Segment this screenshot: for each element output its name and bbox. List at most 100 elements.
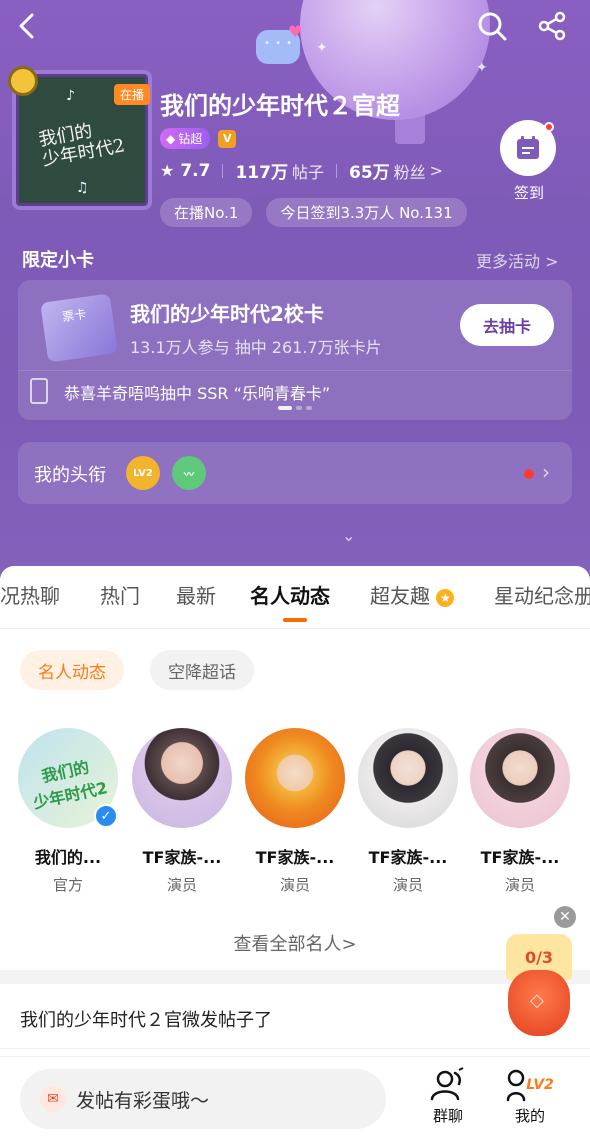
diamond-badge[interactable]: ◆ 钻超 — [160, 128, 211, 149]
tab-celebrity-updates[interactable]: 名人动态 — [250, 580, 330, 609]
diamond-badge-label: 钻超 — [178, 132, 203, 146]
star-badge-icon: ★ — [436, 588, 455, 607]
chip-airdrop-topics[interactable]: 空降超话 — [150, 650, 254, 690]
verified-v-icon: V — [218, 129, 237, 148]
calendar-icon — [517, 136, 539, 159]
posts-label: 帖子 — [291, 162, 324, 182]
celebrity-name: TF家族-... — [480, 848, 560, 867]
fans-count: 65万 — [348, 163, 390, 183]
divider — [0, 628, 590, 629]
tab-super-fun[interactable]: 超友趣 ★ — [370, 580, 455, 609]
me-icon: LV2 — [500, 1065, 560, 1105]
avatar — [358, 728, 458, 828]
more-activities-link[interactable]: 更多活动 > — [476, 248, 559, 272]
post-compose-input[interactable]: ✉ 发帖有彩蛋哦～ — [20, 1069, 386, 1129]
limited-card-panel: 票卡 我们的少年时代2校卡 13.1万人参与 抽中 261.7万张卡片 去抽卡 … — [18, 280, 572, 420]
avatar — [470, 728, 570, 828]
lucky-bag-widget[interactable]: ✕ 0/3 — [506, 906, 576, 1040]
topic-title: 我们的少年时代２官超 — [160, 92, 400, 120]
level-badge: LV2 — [526, 1077, 554, 1093]
fans-label: 粉丝 — [393, 162, 426, 182]
back-button[interactable] — [10, 8, 46, 44]
rank-pill-airing[interactable]: 在播No.1 — [160, 198, 253, 227]
celebrity-name: TF家族-... — [142, 848, 222, 867]
level-medal-icon: LV2 — [126, 456, 160, 490]
stats-divider — [335, 163, 337, 178]
draw-ticker: 恭喜羊奇唔呜抽中 SSR “乐响青春卡” — [64, 384, 331, 403]
celebrity-name: TF家族-... — [255, 848, 335, 867]
celebrity-name: 我们的... — [34, 848, 102, 867]
celebrity-role: 官方 — [52, 876, 83, 894]
limited-cards-title: 限定小卡 — [22, 250, 94, 271]
draw-card-button[interactable]: 去抽卡 — [460, 304, 554, 346]
tab-latest[interactable]: 最新 — [176, 580, 216, 609]
section-separator — [0, 970, 590, 984]
celebrity-item[interactable]: 我们的 少年时代2 ✓ 我们的... 官方 — [16, 728, 120, 895]
calendar-icon-wrapper — [500, 120, 556, 176]
rank-pill-checkin[interactable]: 今日签到3.3万人 No.131 — [266, 198, 467, 227]
card-title: 我们的少年时代2校卡 — [130, 302, 324, 326]
search-button[interactable] — [474, 8, 510, 44]
topic-cover-image[interactable]: 在播 ♪ ♫ 我们的 少年时代2 — [8, 66, 152, 210]
music-note-icon: ♪ — [66, 88, 75, 104]
easter-egg-icon: ✉ — [40, 1086, 66, 1112]
share-icon — [538, 11, 566, 41]
me-button[interactable]: LV2 我的 — [500, 1065, 560, 1126]
rating-value: 7.7 — [180, 160, 211, 181]
notification-dot — [524, 469, 534, 479]
divider — [18, 370, 572, 371]
tab-super-fun-label: 超友趣 — [370, 584, 430, 608]
divider — [0, 1048, 590, 1049]
diamond-icon: ◆ — [166, 131, 176, 146]
feed-tabs: 况热聊 热门 最新 名人动态 超友趣 ★ 星动纪念册 — [0, 580, 590, 620]
notification-dot — [544, 122, 554, 132]
fans-link[interactable]: 65万 粉丝 > — [349, 158, 443, 183]
chip-celebrity-updates[interactable]: 名人动态 — [20, 650, 124, 690]
chevron-right-icon: › — [542, 460, 550, 484]
lucky-bag-icon — [508, 970, 570, 1036]
tab-hot[interactable]: 热门 — [100, 580, 140, 609]
view-all-celebrities-link[interactable]: 查看全部名人> — [0, 930, 590, 956]
back-icon — [19, 13, 34, 39]
expand-chevron-icon[interactable]: ⌄ — [342, 526, 355, 545]
celebrity-role: 演员 — [392, 876, 423, 894]
share-button[interactable] — [534, 8, 570, 44]
my-title-row[interactable]: 我的头衔 LV2 〰 › — [18, 442, 572, 504]
official-post-notice[interactable]: 我们的少年时代２官微发帖子了 — [20, 1006, 272, 1032]
topic-stats: ★ 7.7 117万 帖子 65万 粉丝 > — [160, 158, 443, 184]
bottom-bar: ✉ 发帖有彩蛋哦～ 群聊 LV2 我的 — [0, 1056, 590, 1145]
stats-divider — [222, 163, 224, 178]
sparkle-icon: ✦ — [476, 60, 488, 76]
school-card-icon: 票卡 — [40, 293, 118, 363]
celebrity-item[interactable]: TF家族-... 演员 — [468, 728, 572, 895]
group-chat-button[interactable]: 群聊 — [418, 1065, 478, 1126]
group-chat-icon — [418, 1065, 478, 1105]
topic-badges: ◆ 钻超 V — [160, 128, 237, 149]
star-icon: ★ — [160, 161, 175, 180]
tab-hot-chat[interactable]: 况热聊 — [0, 580, 60, 609]
chevron-right-icon: > — [429, 161, 444, 180]
tab-star-album[interactable]: 星动纪念册 — [494, 580, 590, 609]
group-chat-label: 群聊 — [432, 1107, 463, 1125]
checkin-label: 签到 — [513, 184, 544, 202]
close-icon[interactable]: ✕ — [554, 906, 576, 928]
celebrity-role: 演员 — [504, 876, 535, 894]
post-placeholder: 发帖有彩蛋哦～ — [76, 1089, 210, 1112]
rank-pills: 在播No.1 今日签到3.3万人 No.131 — [160, 198, 467, 227]
checkin-button[interactable]: 签到 — [500, 120, 558, 203]
celebrity-item[interactable]: TF家族-... 演员 — [356, 728, 460, 895]
search-icon — [478, 12, 507, 41]
celebrity-name: TF家族-... — [368, 848, 448, 867]
active-tab-indicator — [283, 618, 307, 622]
cover-chalkboard-art: 我们的 少年时代2 — [37, 120, 127, 171]
my-title-label: 我的头衔 — [34, 465, 106, 486]
celebrity-item[interactable]: TF家族-... 演员 — [243, 728, 347, 895]
celebrity-role: 演员 — [279, 876, 310, 894]
sparkle-icon: ✦ — [316, 40, 328, 56]
live-tag: 在播 — [113, 84, 150, 105]
verified-icon: ✓ — [94, 804, 118, 828]
posts-count: 117万 — [235, 163, 288, 183]
avatar — [245, 728, 345, 828]
celebrity-item[interactable]: TF家族-... 演员 — [130, 728, 234, 895]
wave-medal-icon: 〰 — [172, 456, 206, 490]
